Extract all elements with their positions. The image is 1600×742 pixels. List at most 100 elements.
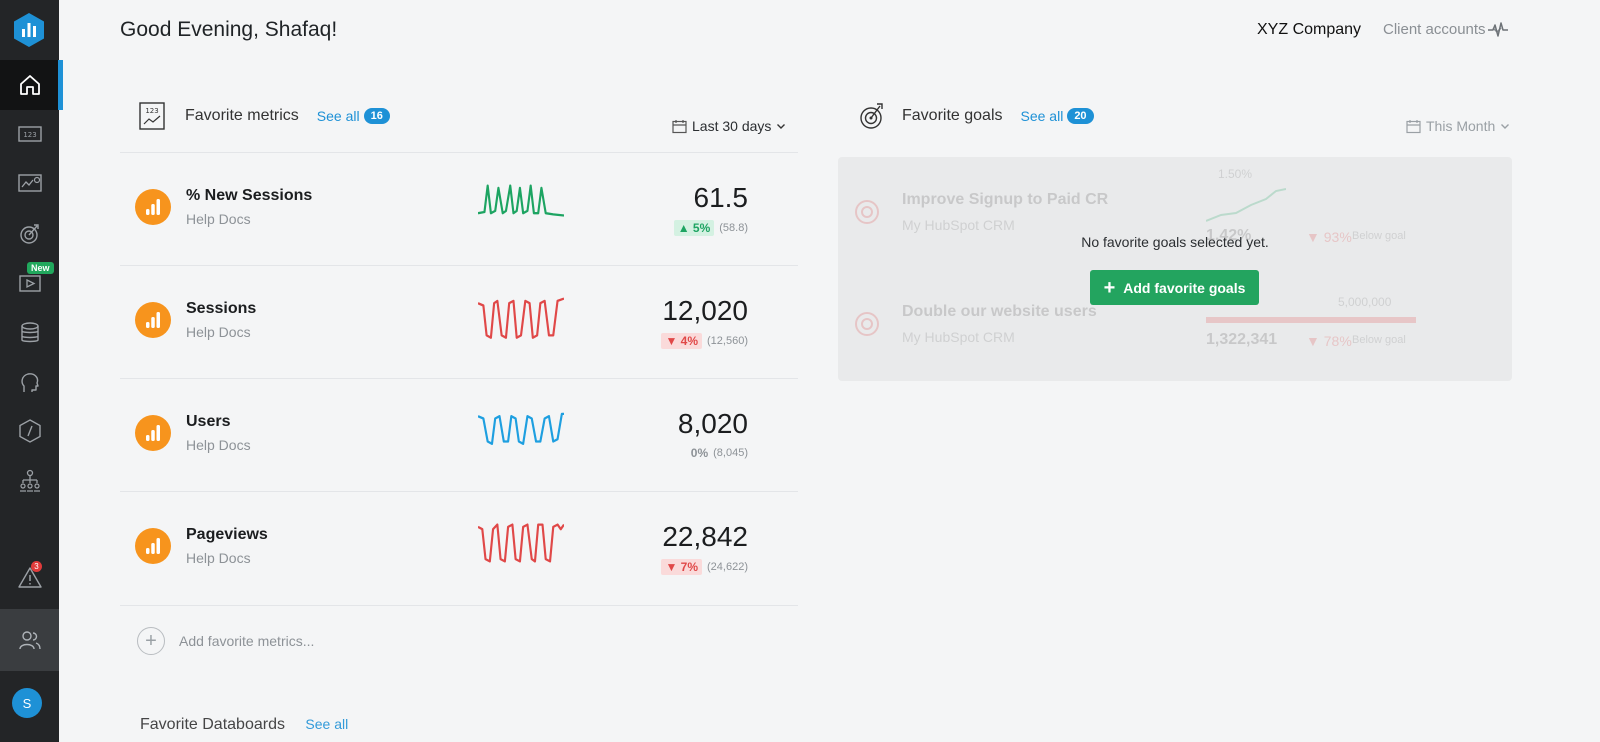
databoards-section-title: Favorite Databoards	[140, 716, 285, 733]
metric-change-badge: 0%	[690, 446, 709, 460]
metric-row[interactable]: Sessions Help Docs 12,020 ▼ 4% (12,560)	[120, 265, 798, 378]
metric-sparkline	[478, 297, 564, 339]
goals-panel-title: Favorite goals	[902, 107, 1003, 124]
metric-row[interactable]: Pageviews Help Docs 22,842 ▼ 7% (24,622)	[120, 491, 798, 604]
metric-name: Users	[186, 413, 231, 430]
sidebar-item-team[interactable]	[0, 456, 59, 506]
metrics-panel-title: Favorite metrics	[185, 107, 299, 124]
company-name[interactable]: XYZ Company	[1257, 21, 1361, 39]
ghost-goal-status: Below goal	[1352, 334, 1406, 346]
sidebar-item-insights[interactable]	[0, 358, 59, 408]
target-icon	[860, 103, 883, 129]
ghost-goal-target: 1.50%	[1218, 167, 1253, 181]
add-favorite-goals-label: Add favorite goals	[1123, 279, 1246, 296]
new-badge: New	[27, 262, 54, 274]
google-analytics-icon	[135, 528, 171, 564]
metrics-see-all-link[interactable]: See all 16	[317, 108, 390, 124]
metric-source: Help Docs	[186, 437, 251, 453]
favorite-databoards-header: Favorite Databoards See all	[140, 716, 348, 734]
metric-source: Help Docs	[186, 550, 251, 566]
google-analytics-icon	[135, 189, 171, 225]
ghost-goal-progress-bar	[1206, 317, 1416, 323]
plus-circle-icon: +	[137, 627, 165, 655]
metrics-list-bottom-divider	[120, 605, 798, 606]
metric-value: 22,842	[662, 521, 748, 552]
google-analytics-icon	[135, 415, 171, 451]
metric-change: ▲ 5% (58.8)	[673, 220, 748, 236]
greeting-title: Good Evening, Shafaq!	[120, 18, 338, 41]
database-icon	[20, 322, 39, 343]
metrics-123-icon: 123	[17, 126, 42, 142]
metrics-123-icon: 123	[139, 102, 165, 130]
metric-row[interactable]: Users Help Docs 8,020 0% (8,045)	[120, 378, 798, 491]
sidebar-item-home[interactable]	[0, 60, 63, 110]
databox-logo-icon[interactable]	[11, 12, 47, 48]
metric-previous-value: (58.8)	[719, 222, 748, 234]
compass-icon	[18, 419, 41, 443]
metric-value: 8,020	[677, 408, 748, 439]
sidebar-item-metrics[interactable]: 123	[0, 109, 59, 159]
metric-name: % New Sessions	[186, 187, 313, 204]
target-icon	[19, 224, 39, 244]
metric-row[interactable]: % New Sessions Help Docs 61.5 ▲ 5% (58.8)	[120, 152, 798, 265]
add-favorite-goals-button[interactable]: + Add favorite goals	[1090, 270, 1259, 305]
metric-source: Help Docs	[186, 324, 251, 340]
see-all-label: See all	[316, 108, 360, 124]
users-icon	[18, 631, 41, 650]
home-icon	[19, 75, 40, 95]
goals-count-badge: 20	[1067, 108, 1094, 124]
alert-count-badge: 3	[31, 561, 42, 572]
sidebar-item-benchmarks[interactable]	[0, 406, 59, 456]
sidebar-item-scorecards[interactable]: New	[0, 258, 59, 308]
chevron-down-icon	[777, 124, 786, 129]
ghost-goal-current: 1,322,341	[1206, 331, 1278, 348]
metric-change: ▼ 7% (24,622)	[661, 559, 748, 575]
activity-pulse-icon[interactable]	[1487, 19, 1509, 41]
metrics-count-badge: 16	[363, 108, 390, 124]
ghost-goal-title: Improve Signup to Paid CR	[902, 191, 1109, 208]
sidebar-item-data-sources[interactable]	[0, 308, 59, 358]
favorite-goals-empty-state: Improve Signup to Paid CR My HubSpot CRM…	[838, 157, 1512, 381]
sidebar-item-goals[interactable]	[0, 208, 59, 258]
metric-previous-value: (8,045)	[713, 447, 748, 459]
ghost-goal-delta: ▼ 78%	[1306, 333, 1352, 349]
goals-range-dropdown[interactable]: This Month	[1406, 118, 1510, 134]
goals-panel-header: Favorite goals See all 20	[858, 101, 1094, 131]
svg-text:123: 123	[23, 131, 36, 139]
metrics-panel-header: 123 Favorite metrics See all 16	[138, 101, 390, 131]
metric-sparkline	[478, 184, 564, 217]
head-icon	[20, 373, 39, 392]
client-accounts-dropdown[interactable]: Client accounts	[1383, 21, 1503, 38]
databoard-icon	[17, 174, 42, 192]
goal-target-icon	[855, 312, 879, 336]
ghost-goal-source: My HubSpot CRM	[902, 217, 1015, 233]
goal-target-icon	[855, 200, 879, 224]
metric-value: 61.5	[693, 182, 749, 213]
goals-see-all-link[interactable]: See all 20	[1021, 108, 1094, 124]
metric-value: 12,020	[662, 295, 748, 326]
metric-previous-value: (24,622)	[707, 561, 748, 573]
add-favorite-metrics-label: Add favorite metrics...	[179, 633, 315, 649]
sidebar: 123 New 3 S	[0, 0, 63, 742]
metric-change: ▼ 4% (12,560)	[661, 333, 748, 349]
no-goals-message: No favorite goals selected yet.	[1081, 234, 1269, 250]
calendar-icon	[672, 119, 687, 133]
see-all-label: See all	[1020, 108, 1064, 124]
sidebar-item-databoards[interactable]	[0, 158, 59, 208]
metric-change-badge: ▲ 5%	[673, 220, 715, 236]
avatar[interactable]: S	[12, 688, 42, 718]
metrics-range-dropdown[interactable]: Last 30 days	[672, 118, 786, 134]
add-favorite-metrics-button[interactable]: + Add favorite metrics...	[137, 627, 314, 655]
ghost-goal-target: 5,000,000	[1338, 295, 1392, 309]
team-hierarchy-icon	[19, 469, 40, 492]
chevron-down-icon	[1501, 124, 1510, 129]
google-analytics-icon	[135, 302, 171, 338]
ghost-goal-title: Double our website users	[902, 303, 1097, 320]
metric-name: Pageviews	[186, 526, 268, 543]
metric-previous-value: (12,560)	[707, 335, 748, 347]
client-accounts-label: Client accounts	[1383, 21, 1486, 38]
databoards-see-all-link[interactable]: See all	[305, 716, 348, 732]
sidebar-item-alerts[interactable]: 3	[0, 553, 59, 603]
sidebar-item-user-management[interactable]	[0, 609, 59, 671]
metric-sparkline	[478, 412, 564, 445]
